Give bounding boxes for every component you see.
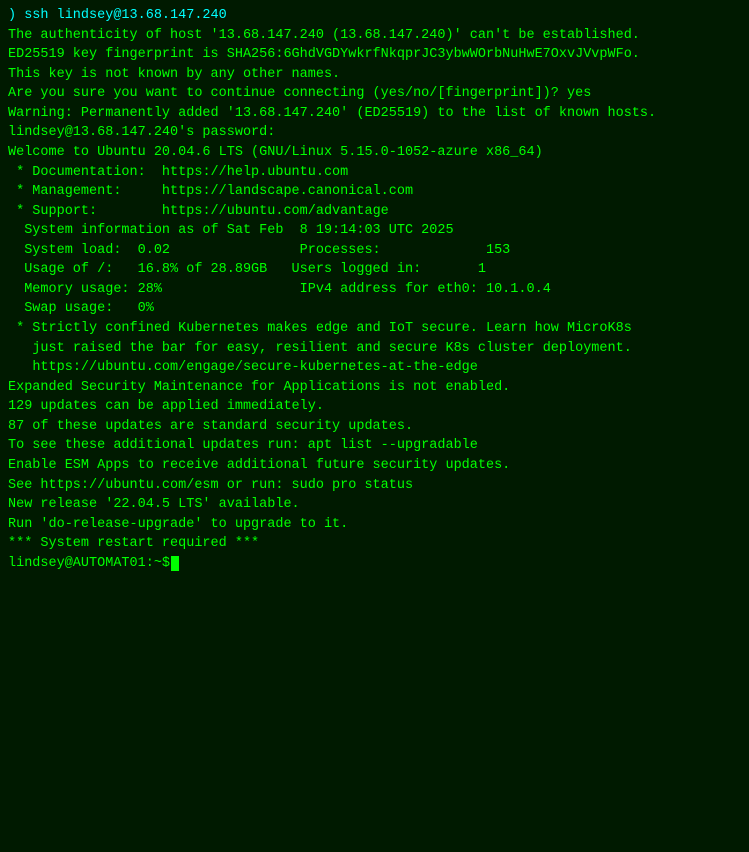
terminal-prompt-line: lindsey@AUTOMAT01:~$ <box>8 554 741 574</box>
terminal-line: 87 of these updates are standard securit… <box>8 417 741 437</box>
terminal-line: System information as of Sat Feb 8 19:14… <box>8 221 741 241</box>
terminal-cursor <box>171 556 179 571</box>
terminal-line: * Documentation: https://help.ubuntu.com <box>8 163 741 183</box>
terminal-line: *** System restart required *** <box>8 534 741 554</box>
terminal-line: The authenticity of host '13.68.147.240 … <box>8 26 741 46</box>
terminal-prompt: lindsey@AUTOMAT01:~$ <box>8 554 170 574</box>
terminal-line: Warning: Permanently added '13.68.147.24… <box>8 104 741 124</box>
terminal-line: See https://ubuntu.com/esm or run: sudo … <box>8 476 741 496</box>
terminal-output: ) ssh lindsey@13.68.147.240The authentic… <box>8 6 741 554</box>
terminal-line: just raised the bar for easy, resilient … <box>8 339 741 359</box>
terminal-window[interactable]: ) ssh lindsey@13.68.147.240The authentic… <box>0 0 749 852</box>
terminal-line: To see these additional updates run: apt… <box>8 436 741 456</box>
terminal-line: New release '22.04.5 LTS' available. <box>8 495 741 515</box>
terminal-line: Run 'do-release-upgrade' to upgrade to i… <box>8 515 741 535</box>
terminal-line: Enable ESM Apps to receive additional fu… <box>8 456 741 476</box>
terminal-line: Welcome to Ubuntu 20.04.6 LTS (GNU/Linux… <box>8 143 741 163</box>
terminal-line: Memory usage: 28% IPv4 address for eth0:… <box>8 280 741 300</box>
terminal-line: Are you sure you want to continue connec… <box>8 84 741 104</box>
terminal-line: Swap usage: 0% <box>8 299 741 319</box>
terminal-line: System load: 0.02 Processes: 153 <box>8 241 741 261</box>
terminal-line: * Management: https://landscape.canonica… <box>8 182 741 202</box>
terminal-line: https://ubuntu.com/engage/secure-kuberne… <box>8 358 741 378</box>
terminal-line: * Strictly confined Kubernetes makes edg… <box>8 319 741 339</box>
terminal-line: Usage of /: 16.8% of 28.89GB Users logge… <box>8 260 741 280</box>
terminal-line: 129 updates can be applied immediately. <box>8 397 741 417</box>
terminal-line: ) ssh lindsey@13.68.147.240 <box>8 6 741 26</box>
terminal-line: lindsey@13.68.147.240's password: <box>8 123 741 143</box>
terminal-line: * Support: https://ubuntu.com/advantage <box>8 202 741 222</box>
terminal-line: Expanded Security Maintenance for Applic… <box>8 378 741 398</box>
terminal-line: ED25519 key fingerprint is SHA256:6GhdVG… <box>8 45 741 65</box>
terminal-line: This key is not known by any other names… <box>8 65 741 85</box>
